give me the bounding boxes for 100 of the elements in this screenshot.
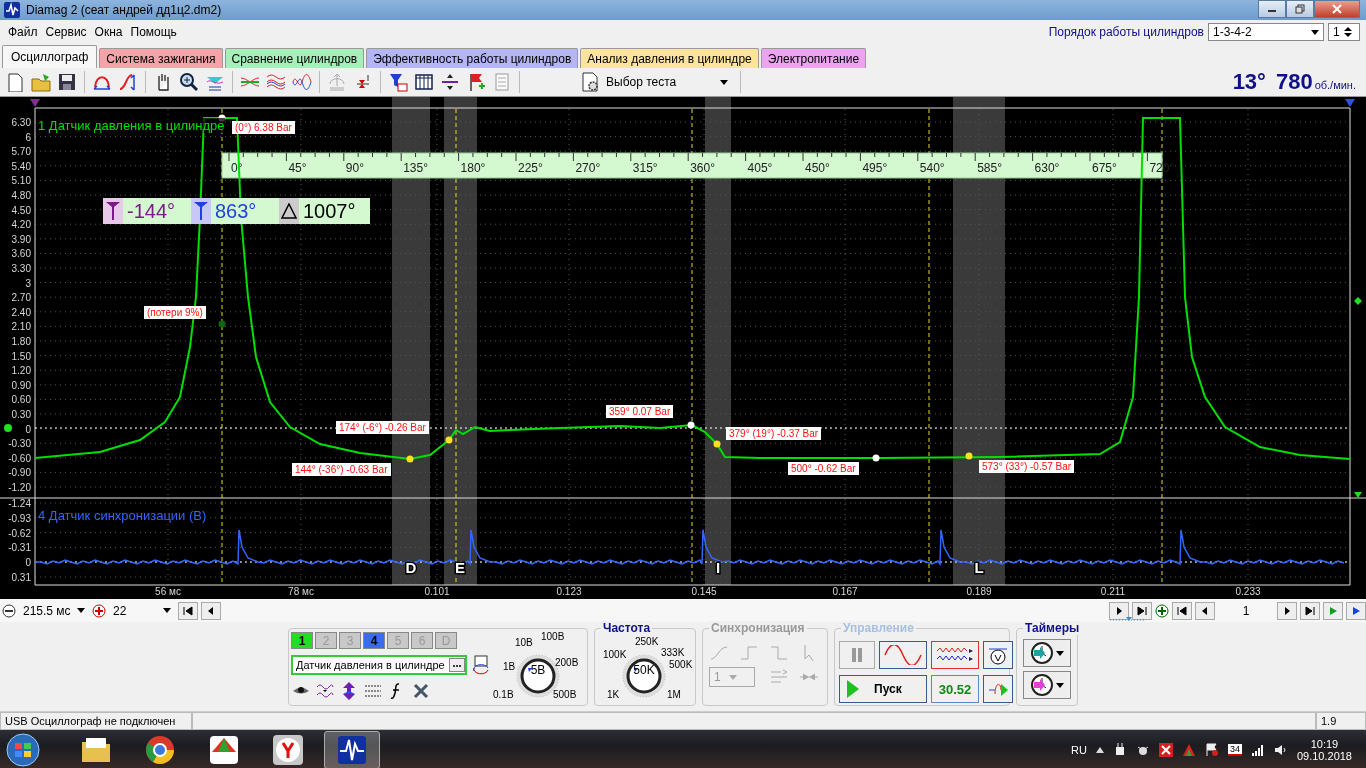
cursor-end-icon — [194, 202, 208, 220]
parallel-waves-icon[interactable] — [266, 72, 286, 92]
checklist-icon[interactable] — [492, 72, 512, 92]
play-button[interactable] — [1346, 601, 1366, 620]
axis-tick-label: 2.70 — [11, 292, 31, 304]
minimize-button[interactable] — [1258, 0, 1286, 18]
clock-time[interactable]: 10:19 — [1310, 738, 1339, 750]
axis-tick-label: 5.40 — [11, 160, 31, 172]
start-button[interactable]: Пуск — [839, 675, 927, 703]
divide-icon[interactable] — [440, 72, 460, 92]
marker-dot — [445, 436, 453, 444]
triangle-logo-icon[interactable] — [1181, 743, 1196, 757]
taskbar-app[interactable] — [324, 731, 380, 768]
zoom-icon[interactable] — [179, 72, 199, 92]
previous-button[interactable] — [201, 601, 221, 620]
restore-button[interactable] — [1286, 0, 1314, 18]
sine-wave-button[interactable] — [879, 641, 927, 669]
zoom-in-icon[interactable] — [92, 603, 106, 618]
tab[interactable]: Сравнение цилиндров — [224, 48, 365, 68]
next-button[interactable] — [1277, 601, 1297, 620]
auto-volt-button[interactable] — [983, 641, 1013, 669]
add-icon[interactable] — [1155, 603, 1169, 618]
menu-item[interactable]: Сервис — [41, 25, 91, 39]
timer-button[interactable] — [1023, 671, 1071, 699]
language-indicator[interactable]: RU — [1071, 744, 1087, 756]
tab[interactable]: Анализ давления в цилиндре — [580, 48, 759, 68]
tab[interactable]: Осциллограф — [2, 45, 98, 68]
umbrella-icon — [208, 734, 240, 766]
last-button[interactable] — [1300, 601, 1320, 620]
auto-sync-button[interactable] — [983, 675, 1013, 703]
axis-tick-label: 3.30 — [11, 263, 31, 274]
tab[interactable]: Электропитание — [760, 48, 867, 68]
sine-waves-icon[interactable] — [292, 72, 312, 92]
scale-label: 315° — [632, 161, 658, 175]
menu-item[interactable]: Окна — [90, 25, 127, 39]
cylinder-spinner[interactable]: 1 — [1328, 23, 1360, 41]
previous-icon — [1200, 605, 1210, 616]
tab[interactable]: Эффективность работы цилиндров — [366, 48, 579, 68]
sine-wave-icon — [883, 645, 923, 665]
save-icon[interactable] — [57, 72, 77, 92]
menu-item[interactable]: Помощь — [126, 25, 181, 39]
zone-label: L — [974, 559, 984, 576]
filter-icon[interactable] — [388, 72, 408, 92]
channel-button[interactable]: 4 — [363, 632, 385, 649]
tab[interactable]: Система зажигания — [99, 48, 223, 68]
next-icon — [1282, 605, 1292, 616]
calendar-badge[interactable]: 34 — [1227, 744, 1242, 756]
error-icon[interactable] — [1158, 743, 1173, 757]
new-document-icon[interactable] — [5, 72, 25, 92]
clock-date[interactable]: 09.10.2018 — [1296, 750, 1352, 762]
zoom-dropdown[interactable]: 22 — [109, 601, 175, 620]
signal-icon[interactable] — [1250, 744, 1265, 756]
next-button[interactable] — [1109, 601, 1129, 620]
last-button[interactable] — [1132, 601, 1152, 620]
last-icon — [1137, 605, 1147, 616]
axis-tick-label: 5.10 — [11, 175, 31, 187]
first-button[interactable] — [1172, 601, 1192, 620]
page-number: 1 — [1241, 603, 1251, 618]
first-icon — [1177, 605, 1187, 616]
close-icon — [1332, 4, 1342, 14]
knob-label: 333K — [661, 647, 685, 658]
value-label: (0°) 6.38 Bar — [232, 121, 295, 134]
knob-label: 250K — [635, 636, 659, 647]
knob-label: 1K — [607, 689, 620, 700]
axis-tick-label: 6 — [25, 131, 31, 143]
zoom-out-icon[interactable] — [2, 603, 16, 618]
axis-tick-label: 6.30 — [11, 117, 31, 128]
menu-item[interactable]: Файл — [4, 25, 42, 39]
waveform-app-icon — [336, 734, 368, 766]
channel-zero-marker — [4, 424, 12, 432]
channel-button[interactable]: 1 — [291, 632, 313, 649]
curve-arrows-icon[interactable] — [118, 72, 138, 92]
axis-tick-label: 2.10 — [11, 321, 31, 333]
rate-button[interactable]: 30.52 — [931, 675, 979, 703]
open-folder-icon[interactable] — [31, 72, 51, 92]
show-hidden-icon[interactable] — [1095, 747, 1104, 753]
axis-tick-label: 4.50 — [11, 204, 31, 216]
axis-tick-label: 0.189 — [966, 586, 992, 597]
zone-label: I — [715, 559, 721, 576]
previous-button[interactable] — [1195, 601, 1215, 620]
swap-channel-icon[interactable] — [471, 655, 491, 675]
test-dropdown[interactable]: Выбор теста — [574, 71, 734, 93]
scale-label: 90° — [345, 161, 364, 175]
sensor-field[interactable]: Датчик давления в цилиндре — [291, 655, 467, 675]
noise-wave-button[interactable] — [931, 641, 979, 669]
axis-tick-label: 1.20 — [11, 365, 31, 377]
tools-icon[interactable] — [411, 681, 431, 701]
timebase-dropdown[interactable]: 215.5 мс — [19, 601, 89, 620]
speaker-icon[interactable] — [1273, 744, 1288, 756]
close-button[interactable] — [1314, 0, 1360, 18]
scale-label: 585° — [977, 161, 1003, 175]
table-icon[interactable] — [414, 72, 434, 92]
status-message: USB Осциллограф не подключен — [0, 712, 192, 730]
firing-order-dropdown[interactable]: 1-3-4-2 — [1208, 23, 1324, 41]
start-orb-icon[interactable] — [6, 733, 40, 767]
first-button[interactable] — [178, 601, 198, 620]
timer-button[interactable] — [1023, 639, 1071, 667]
value-label: 359° 0.07 Bar — [606, 405, 674, 418]
ellipsis-icon[interactable] — [452, 664, 462, 668]
flag-error-icon[interactable] — [1204, 743, 1219, 757]
